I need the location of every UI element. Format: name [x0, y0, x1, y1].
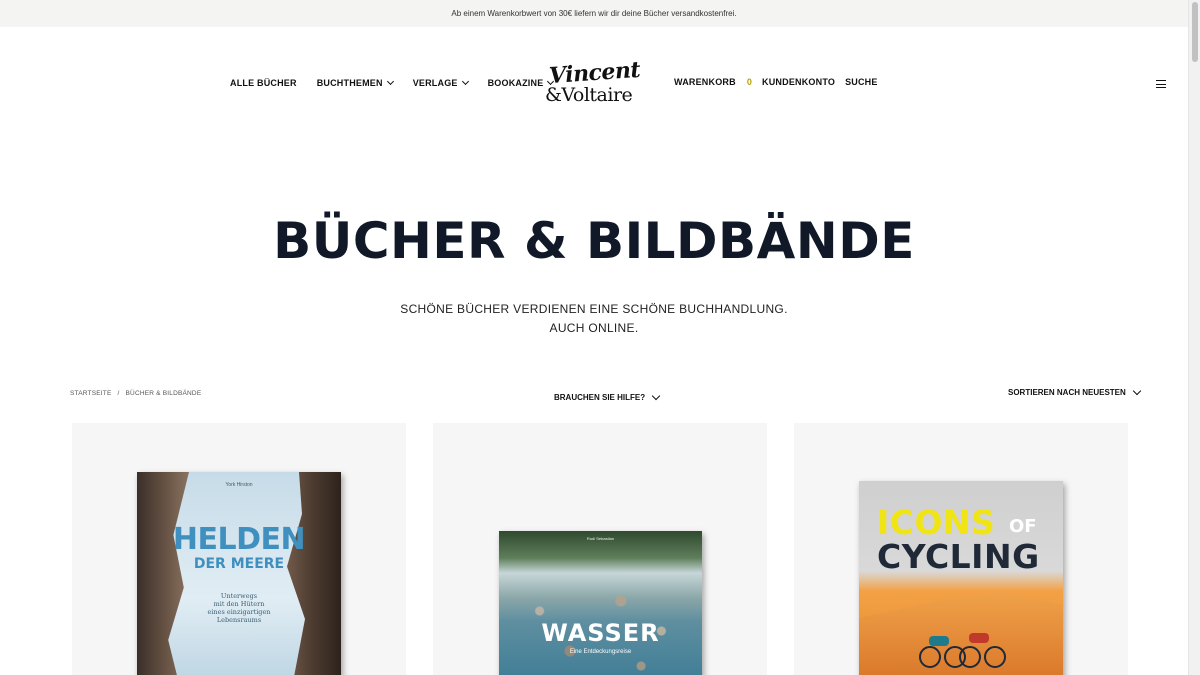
site-logo[interactable]: Vincent &Voltaire	[544, 57, 641, 110]
breadcrumb-separator: /	[117, 390, 120, 397]
account-nav: WARENKORB 0 KUNDENKONTO SUCHE	[674, 77, 878, 87]
help-label: BRAUCHEN SIE HILFE?	[554, 393, 646, 402]
nav-label: VERLAGE	[412, 78, 458, 88]
page-scrollbar[interactable]	[1188, 0, 1200, 675]
chevron-down-icon	[651, 391, 661, 400]
book-cover-image[interactable]: York Hirston HELDEN DER MEERE Unterwegs …	[137, 472, 341, 675]
cyclist-figure	[969, 633, 989, 643]
account-link[interactable]: KUNDENKONTO	[762, 77, 835, 87]
cover-title: WASSER	[541, 619, 660, 647]
nav-label: BUCHTHEMEN	[316, 78, 383, 88]
cover-title-line-2: CYCLING	[877, 537, 1040, 576]
cover-title: HELDEN	[172, 522, 306, 557]
product-card[interactable]: Rudi Sebastian WASSER Eine Entdeckungsre…	[433, 423, 767, 675]
announcement-bar: Ab einem Warenkorbwert von 30€ liefern w…	[0, 0, 1188, 27]
cover-subtitle: Eine Entdeckungsreise	[569, 649, 632, 655]
breadcrumb-home[interactable]: STARTSEITE	[70, 390, 112, 397]
cover-title-line-2: DER MEERE	[193, 556, 285, 572]
search-link[interactable]: SUCHE	[845, 77, 878, 87]
main-nav: ALLE BÜCHER BUCHTHEMEN VERLAGE BOOKAZINE	[230, 77, 555, 88]
nav-alle-buecher[interactable]: ALLE BÜCHER	[230, 78, 297, 88]
cover-title-of: OF	[1009, 516, 1037, 537]
chevron-down-icon	[1132, 386, 1142, 395]
chevron-down-icon	[386, 77, 394, 86]
subtitle-line-2: AUCH ONLINE.	[549, 321, 639, 335]
help-dropdown[interactable]: BRAUCHEN SIE HILFE?	[554, 391, 661, 402]
cover-publisher: Rudi Sebastian	[586, 536, 615, 541]
chevron-down-icon	[461, 77, 469, 86]
breadcrumb-current: BÜCHER & BILDBÄNDE	[125, 390, 202, 397]
nav-buchthemen[interactable]: BUCHTHEMEN	[316, 77, 394, 88]
product-card[interactable]: ICONS OF CYCLING	[794, 423, 1128, 675]
bike-wheel	[919, 646, 941, 668]
sort-label: SORTIEREN NACH NEUESTEN	[1008, 388, 1126, 397]
bike-wheel	[959, 646, 981, 668]
logo-line-2: &Voltaire	[545, 84, 633, 106]
product-card[interactable]: York Hirston HELDEN DER MEERE Unterwegs …	[72, 423, 406, 675]
cover-publisher: York Hirston	[225, 482, 253, 488]
bike-wheel	[984, 646, 1006, 668]
cover-subtitle: Unterwegs mit den Hütern eines einzigart…	[207, 592, 271, 624]
cart-count-badge: 0	[746, 77, 753, 87]
search-label: SUCHE	[845, 77, 878, 87]
account-label: KUNDENKONTO	[762, 77, 836, 87]
cover-rock-right	[287, 472, 341, 675]
nav-verlage[interactable]: VERLAGE	[412, 77, 469, 88]
breadcrumb: STARTSEITE / BÜCHER & BILDBÄNDE	[70, 390, 201, 397]
cyclist-figure	[929, 636, 949, 646]
subtitle-line-1: SCHÖNE BÜCHER VERDIENEN EINE SCHÖNE BUCH…	[400, 302, 788, 316]
cart-link[interactable]: WARENKORB 0	[674, 77, 752, 87]
cover-rock-left	[137, 472, 189, 675]
nav-label: ALLE BÜCHER	[230, 78, 297, 88]
scrollbar-thumb[interactable]	[1192, 2, 1198, 62]
book-cover-image[interactable]: ICONS OF CYCLING	[859, 481, 1063, 675]
page-subtitle: SCHÖNE BÜCHER VERDIENEN EINE SCHÖNE BUCH…	[0, 300, 1188, 338]
book-cover-image[interactable]: Rudi Sebastian WASSER Eine Entdeckungsre…	[499, 531, 702, 675]
page-title: BÜCHER & BILDBÄNDE	[273, 212, 915, 270]
sort-dropdown[interactable]: SORTIEREN NACH NEUESTEN	[1008, 386, 1142, 397]
announcement-text: Ab einem Warenkorbwert von 30€ liefern w…	[451, 9, 737, 18]
cart-label: WARENKORB	[674, 77, 736, 87]
hamburger-icon[interactable]	[1156, 80, 1166, 89]
nav-label: BOOKAZINE	[487, 78, 544, 88]
